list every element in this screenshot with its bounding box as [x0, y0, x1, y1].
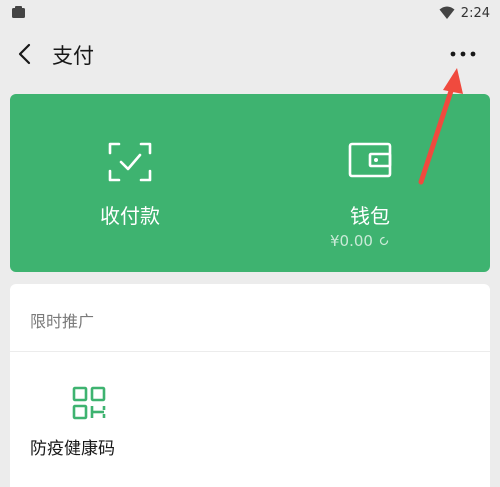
scan-check-icon	[108, 142, 152, 182]
wallet-button[interactable]: 钱包 ¥0.00	[250, 94, 490, 272]
refresh-icon	[379, 236, 389, 246]
health-code-label: 防疫健康码	[30, 439, 115, 459]
receive-pay-label: 收付款	[100, 204, 160, 228]
pay-card: 收付款 钱包 ¥0.00	[10, 94, 490, 272]
status-bar: 2:24	[0, 0, 500, 26]
wallet-label: 钱包	[350, 204, 390, 228]
status-right: 2:24	[439, 4, 490, 22]
status-time: 2:24	[460, 5, 490, 21]
wallet-balance: ¥0.00	[330, 232, 389, 250]
back-arrow-icon[interactable]	[14, 42, 36, 66]
health-code-button[interactable]: 防疫健康码	[30, 374, 140, 464]
more-dots-icon[interactable]	[446, 46, 480, 62]
nav-bar: 支付	[0, 26, 500, 82]
wallet-icon	[348, 142, 392, 178]
promo-card: 限时推广 防疫健康码	[10, 284, 490, 487]
qr-code-icon	[72, 386, 106, 420]
promo-divider	[10, 351, 490, 352]
wifi-icon	[439, 6, 455, 19]
promo-header: 限时推广	[30, 312, 95, 331]
page-title: 支付	[52, 44, 94, 68]
app-icon	[12, 6, 25, 18]
receive-pay-button[interactable]: 收付款	[10, 94, 250, 272]
wallet-balance-value: ¥0.00	[330, 232, 373, 250]
